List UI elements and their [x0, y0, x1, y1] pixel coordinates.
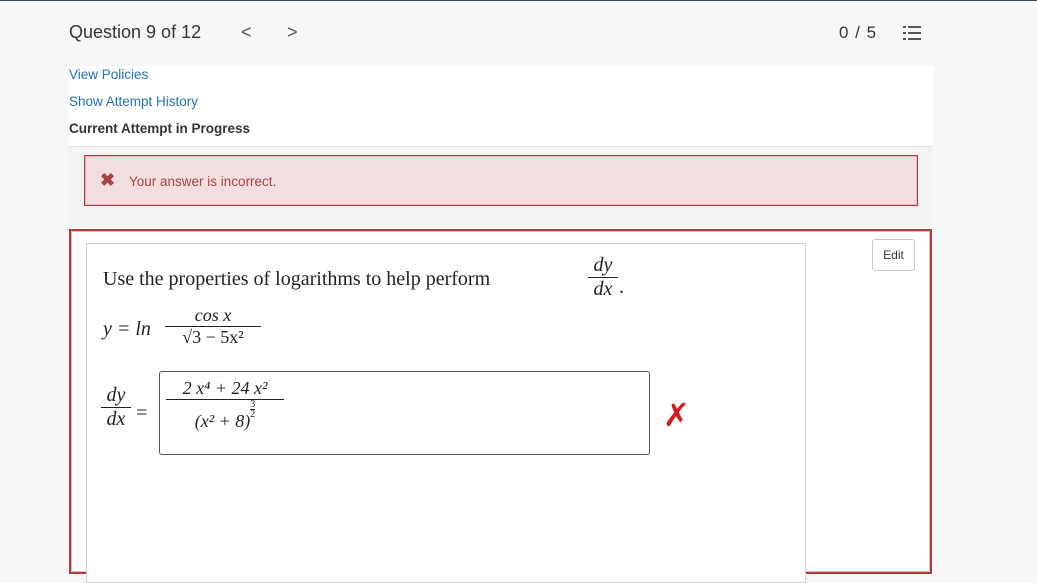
exponent-num: 3 [250, 399, 256, 410]
deriv-dy: dy [106, 384, 126, 406]
equals-sign: = [136, 402, 148, 424]
question-list-icon[interactable] [903, 24, 921, 42]
answer-denominator-base: (x² + 8) [194, 411, 251, 431]
deriv-dx: dx [106, 408, 126, 430]
exponent-den: 2 [250, 409, 256, 420]
previous-question-button[interactable]: < [241, 22, 252, 43]
prompt-period: . [619, 276, 624, 298]
view-policies-link[interactable]: View Policies [69, 67, 148, 82]
alert-message: Your answer is incorrect. [129, 174, 277, 189]
error-x-icon: ✖ [100, 170, 116, 190]
answer-denominator: (x² + 8) 3 2 [166, 400, 284, 432]
y-equals-ln: y = ln [103, 318, 151, 340]
edit-button[interactable]: Edit [872, 239, 915, 271]
show-attempt-history-link[interactable]: Show Attempt History [69, 94, 198, 109]
ln-numerator: cos x [194, 305, 232, 325]
prompt-dy: dy [593, 254, 613, 276]
answer-input[interactable]: 2 x⁴ + 24 x² (x² + 8) 3 2 [159, 371, 650, 455]
answer-fraction: 2 x⁴ + 24 x² (x² + 8) 3 2 [166, 378, 284, 432]
ln-fraction: cos x √3 − 5x² [165, 305, 261, 348]
question-counter: Question 9 of 12 [69, 22, 202, 42]
ln-denominator: √3 − 5x² [182, 327, 244, 347]
next-question-button[interactable]: > [287, 22, 298, 43]
prompt-derivative: dy dx [588, 254, 618, 301]
incorrect-x-icon: ✗ [663, 396, 690, 434]
question-prompt: Use the properties of logarithms to help… [103, 268, 491, 290]
incorrect-alert: ✖ Your answer is incorrect. [84, 155, 918, 206]
answer-numerator: 2 x⁴ + 24 x² [182, 378, 268, 398]
current-attempt-label: Current Attempt in Progress [69, 121, 251, 136]
answer-exponent: 32 [250, 399, 256, 420]
score-display: 0 / 5 [839, 23, 878, 42]
prompt-dx: dx [593, 278, 613, 300]
derivative-label: dy dx [101, 384, 131, 431]
